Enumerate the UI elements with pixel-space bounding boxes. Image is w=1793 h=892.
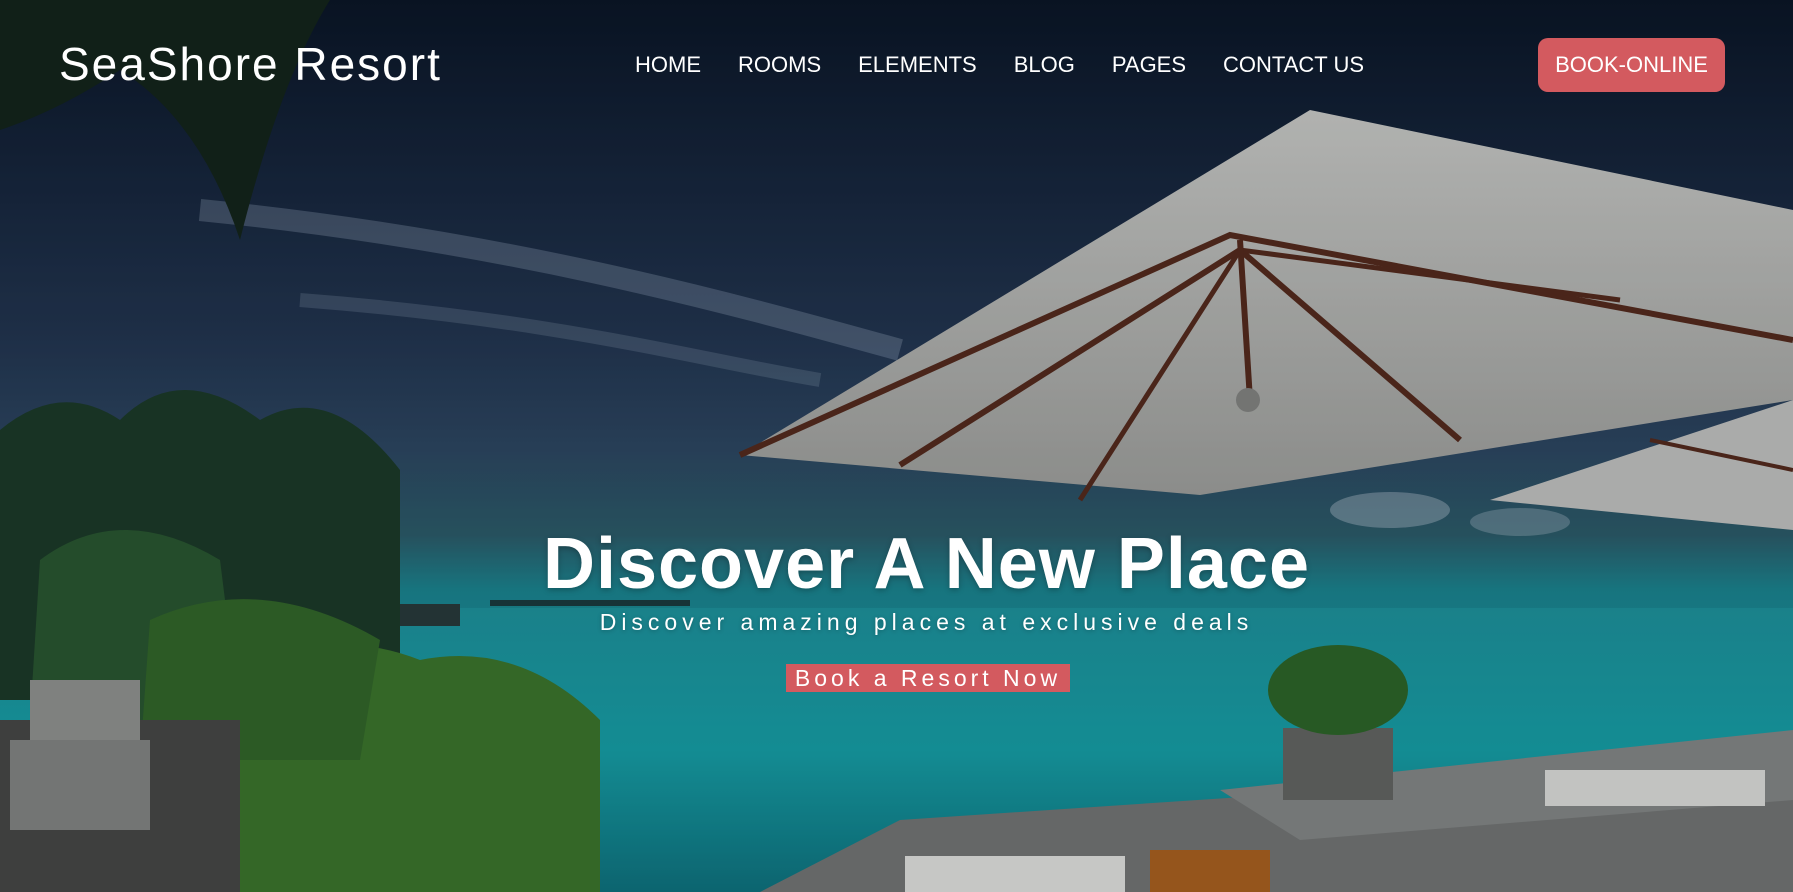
site-logo[interactable]: SeaShore Resort	[59, 36, 442, 92]
nav-home[interactable]: HOME	[635, 48, 701, 82]
main-nav: HOME ROOMS ELEMENTS BLOG PAGES CONTACT U…	[635, 48, 1401, 82]
nav-pages[interactable]: PAGES	[1112, 48, 1186, 82]
book-online-button[interactable]: BOOK-ONLINE	[1538, 38, 1725, 92]
book-resort-button[interactable]: Book a Resort Now	[786, 664, 1070, 692]
hero-title: Discover A New Place	[542, 524, 1311, 604]
nav-blog[interactable]: BLOG	[1014, 48, 1075, 82]
nav-contact-us[interactable]: CONTACT US	[1223, 48, 1364, 82]
hero-overlay	[0, 0, 1793, 892]
nav-elements[interactable]: ELEMENTS	[858, 48, 977, 82]
hero-section: SeaShore Resort HOME ROOMS ELEMENTS BLOG…	[0, 0, 1793, 892]
nav-rooms[interactable]: ROOMS	[738, 48, 821, 82]
hero-subtitle: Discover amazing places at exclusive dea…	[599, 609, 1254, 635]
